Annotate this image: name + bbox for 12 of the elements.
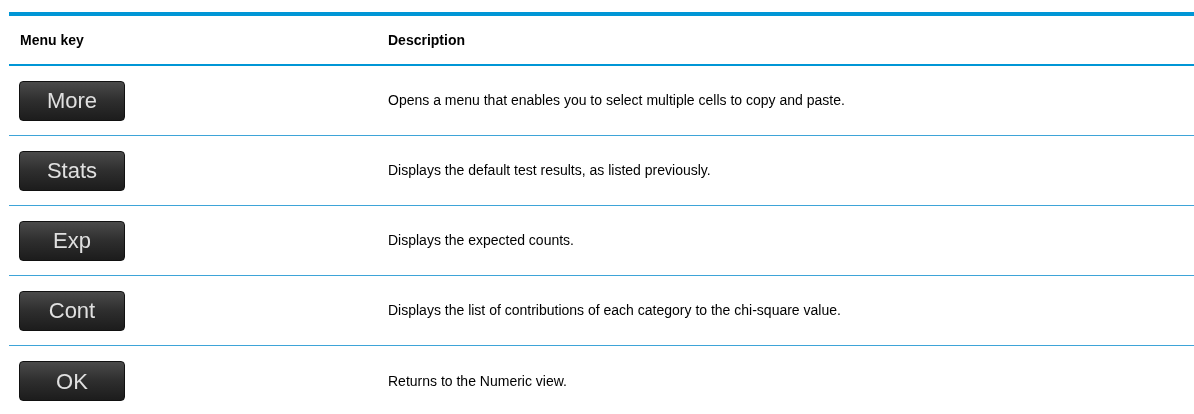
column-header: Menu key: [19, 30, 84, 50]
menu-key[interactable]: Exp: [19, 220, 125, 261]
description-text: Displays the expected counts.: [388, 231, 574, 250]
menu-key[interactable]: OK: [19, 361, 125, 401]
column-header: Description: [388, 30, 465, 50]
description-text: Returns to the Numeric view.: [388, 371, 567, 391]
description-text: Displays the list of contributions of each category to the chi-square value.: [388, 301, 841, 320]
description-text: Displays the default test results, as listed previously.: [388, 161, 711, 180]
menu-key[interactable]: More: [19, 80, 125, 121]
menu-key[interactable]: Cont: [19, 290, 125, 331]
description-text: Opens a menu that enables you to select multiple cells to copy and paste.: [388, 91, 845, 110]
menu-key[interactable]: Stats: [19, 150, 125, 191]
